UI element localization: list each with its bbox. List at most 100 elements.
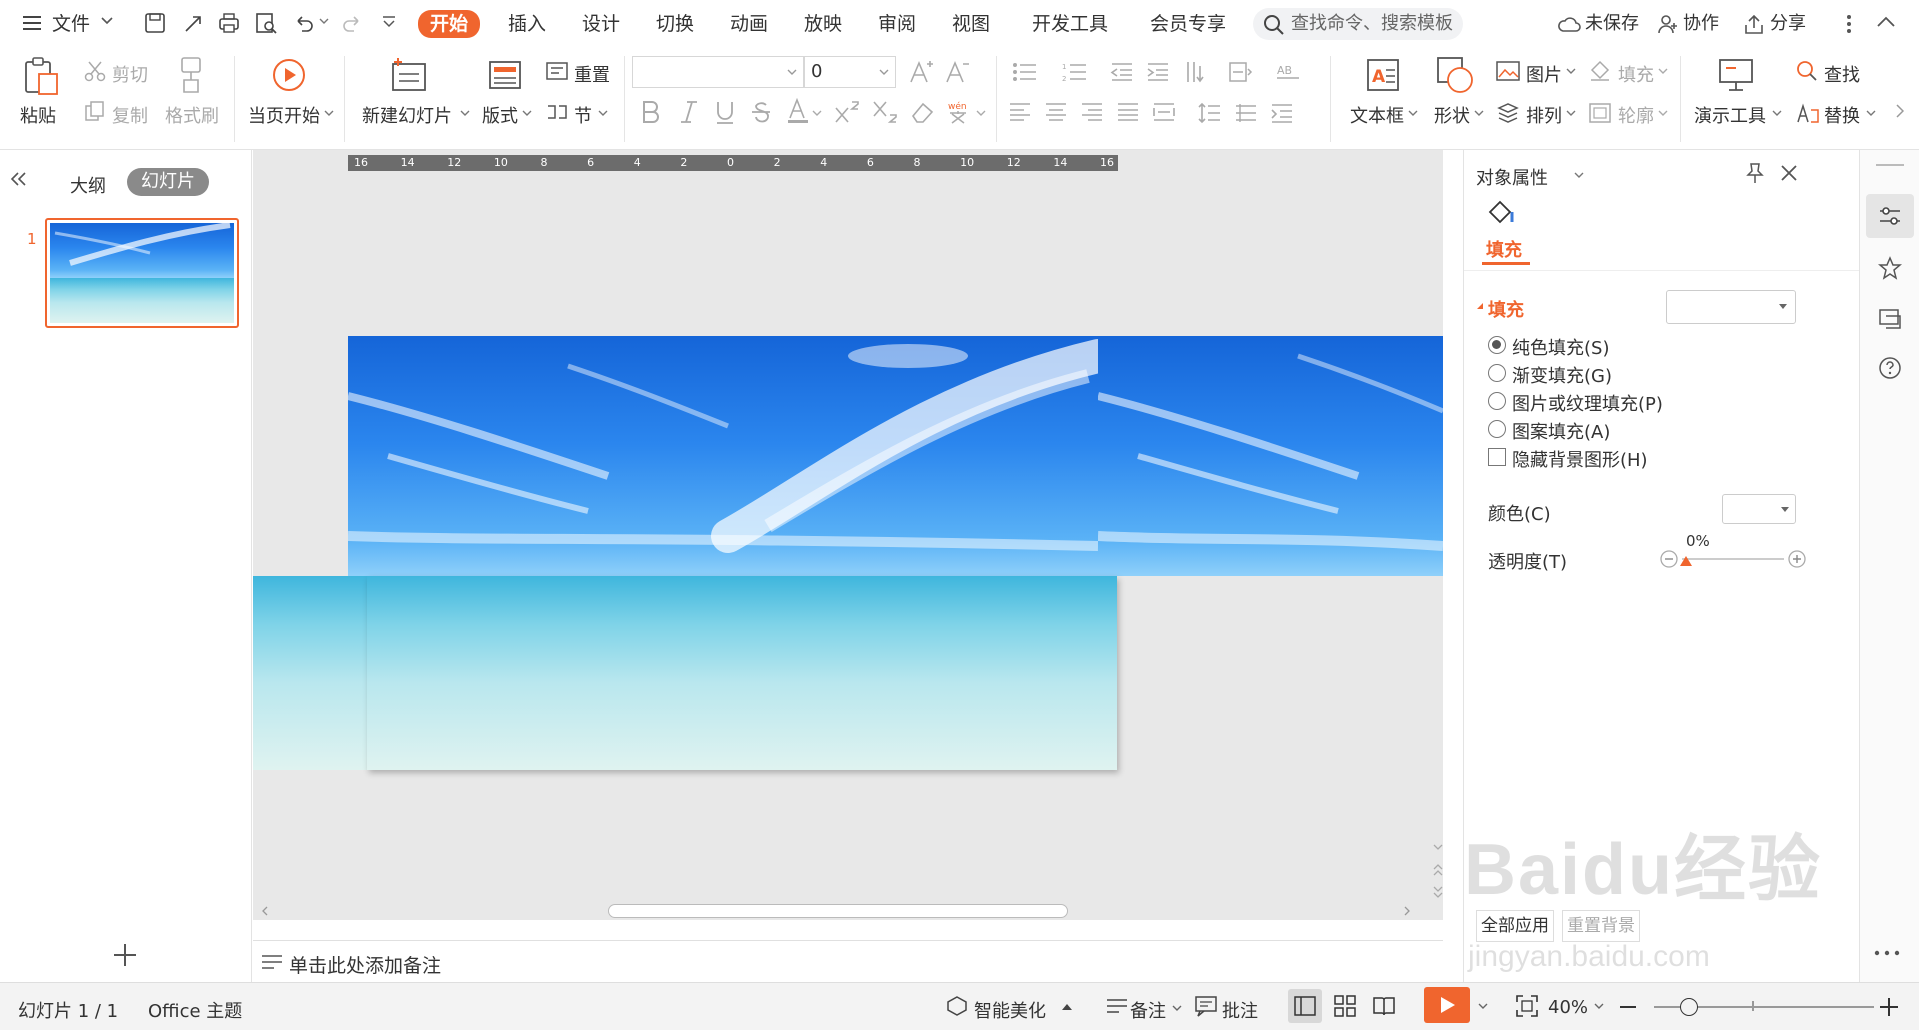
chevron-down-icon[interactable] [1474, 110, 1484, 118]
slide-sky-image-overflow[interactable] [1098, 336, 1443, 576]
bullets-icon[interactable] [1012, 62, 1038, 82]
fill-button[interactable]: 填充 [1618, 61, 1654, 87]
tab-fill[interactable]: 填充 [1486, 236, 1522, 262]
chevron-down-icon[interactable] [598, 110, 608, 118]
increase-indent-icon[interactable] [1146, 62, 1170, 82]
chevron-down-icon[interactable] [319, 18, 329, 26]
help-icon[interactable] [1878, 356, 1902, 380]
underline-icon[interactable] [714, 100, 736, 124]
outline-button[interactable]: 轮廓 [1618, 102, 1654, 128]
superscript-icon[interactable] [834, 100, 860, 124]
search-box[interactable]: 查找命令、搜索模板 [1253, 8, 1463, 40]
horizontal-scrollbar[interactable] [253, 902, 1423, 918]
chevron-down-icon[interactable] [460, 110, 470, 118]
collapse-panel-icon[interactable] [10, 172, 28, 186]
fill-type-select[interactable] [1666, 290, 1796, 324]
section-button[interactable]: 节 [574, 102, 592, 128]
undo-icon[interactable] [292, 11, 316, 35]
chevron-down-icon[interactable] [1658, 68, 1668, 76]
presenter-tools-button[interactable]: 演示工具 [1694, 102, 1766, 128]
section-fill-title[interactable]: 填充 [1488, 296, 1524, 322]
find-button[interactable]: 查找 [1824, 61, 1860, 87]
bold-icon[interactable] [640, 100, 662, 124]
chevron-down-icon[interactable] [1478, 1003, 1488, 1011]
beautify-button[interactable]: 智能美化 [974, 997, 1046, 1023]
play-circle-icon[interactable] [272, 58, 306, 92]
justify-icon[interactable] [1116, 102, 1140, 122]
text-box-fit-icon[interactable]: AB [1276, 62, 1302, 82]
chevron-down-icon[interactable] [1866, 110, 1876, 118]
radio-solid-fill[interactable] [1488, 336, 1506, 354]
chevron-up-icon[interactable] [1062, 1003, 1072, 1011]
tab-transitions[interactable]: 切换 [656, 12, 694, 36]
italic-icon[interactable] [678, 100, 700, 124]
collapse-triangle-icon[interactable] [1476, 302, 1484, 310]
arrange-icon[interactable] [1496, 102, 1520, 124]
zoom-in-icon[interactable] [1880, 998, 1898, 1016]
radio-gradient-fill[interactable] [1488, 364, 1506, 382]
unsaved-label[interactable]: 未保存 [1585, 12, 1639, 36]
font-color-icon[interactable] [786, 98, 812, 124]
phonetic-guide-icon[interactable]: wén [946, 100, 970, 124]
outline-icon[interactable] [1588, 102, 1612, 124]
chevron-down-icon[interactable] [1408, 110, 1418, 118]
tab-insert[interactable]: 插入 [508, 12, 546, 36]
align-center-icon[interactable] [1044, 102, 1068, 122]
zoom-slider-thumb[interactable] [1680, 998, 1698, 1016]
tab-outline[interactable]: 大纲 [70, 172, 106, 198]
chevron-down-icon[interactable] [522, 110, 532, 118]
star-icon[interactable] [1878, 256, 1902, 280]
chevron-down-icon[interactable] [324, 110, 334, 118]
picture-fill-label[interactable]: 图片或纹理填充(P) [1512, 390, 1663, 416]
copy-button[interactable]: 复制 [112, 102, 148, 128]
notes-area[interactable]: 单击此处添加备注 [253, 940, 1443, 982]
tab-member[interactable]: 会员专享 [1150, 12, 1226, 36]
replace-icon[interactable] [1796, 102, 1820, 124]
scroll-left-icon[interactable] [261, 906, 269, 916]
share-button[interactable]: 分享 [1770, 12, 1806, 36]
print-icon[interactable] [217, 11, 241, 35]
arrange-button[interactable]: 排列 [1526, 102, 1562, 128]
slide-sky-image[interactable] [348, 336, 1098, 576]
radio-pattern-fill[interactable] [1488, 420, 1506, 438]
paragraph-spacing-icon[interactable] [1234, 102, 1258, 124]
chevron-down-icon[interactable] [976, 110, 986, 118]
slide-thumbnail[interactable] [45, 218, 239, 328]
layout-icon[interactable] [488, 60, 522, 90]
more-vertical-icon[interactable] [1846, 14, 1852, 34]
save-icon[interactable] [143, 11, 167, 35]
font-size-select[interactable]: 0 [804, 56, 896, 88]
increase-font-icon[interactable] [908, 60, 934, 84]
plus-circle-icon[interactable] [1788, 550, 1806, 568]
prev-slide-icon[interactable] [1433, 864, 1443, 876]
animation-pane-icon[interactable] [1878, 306, 1902, 330]
reset-icon[interactable] [546, 61, 568, 81]
notes-toggle-button[interactable]: 备注 [1130, 997, 1166, 1023]
tab-home[interactable]: 开始 [418, 10, 481, 38]
pattern-fill-label[interactable]: 图案填充(A) [1512, 418, 1610, 444]
picture-icon[interactable] [1496, 61, 1520, 81]
paragraph-settings-icon[interactable] [1270, 102, 1294, 124]
export-icon[interactable] [181, 11, 205, 35]
chevron-down-icon[interactable] [100, 16, 114, 26]
chevron-down-icon[interactable] [1658, 110, 1668, 118]
tab-slides[interactable]: 幻灯片 [127, 168, 209, 196]
layout-button[interactable]: 版式 [482, 102, 518, 128]
chevron-down-icon[interactable] [1566, 68, 1576, 76]
add-slide-icon[interactable] [112, 942, 138, 968]
next-slide-icon[interactable] [1433, 886, 1443, 898]
minus-circle-icon[interactable] [1660, 550, 1678, 568]
picture-button[interactable]: 图片 [1526, 61, 1562, 87]
scrollbar-thumb[interactable] [608, 904, 1068, 918]
radio-picture-fill[interactable] [1488, 392, 1506, 410]
solid-fill-label[interactable]: 纯色填充(S) [1512, 334, 1609, 360]
chevron-down-icon[interactable] [1172, 1005, 1182, 1013]
reading-view-icon[interactable] [1372, 995, 1396, 1017]
tab-review[interactable]: 审阅 [878, 12, 916, 36]
align-text-icon[interactable] [1228, 60, 1254, 84]
paste-icon[interactable] [22, 56, 60, 96]
presenter-tools-icon[interactable] [1718, 58, 1754, 92]
chevron-down-icon[interactable] [812, 110, 822, 118]
comments-button[interactable]: 批注 [1222, 997, 1258, 1023]
print-preview-icon[interactable] [254, 11, 278, 35]
